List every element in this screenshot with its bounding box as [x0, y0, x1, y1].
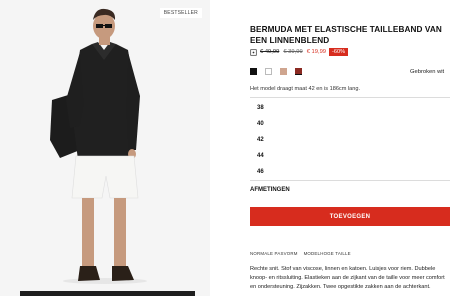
swatch-beige[interactable]	[280, 68, 287, 75]
size-option[interactable]: 44	[250, 148, 450, 164]
fit-tag: NORMALE PASVORM	[250, 251, 298, 256]
size-option[interactable]: 40	[250, 116, 450, 132]
add-to-cart-button[interactable]: TOEVOEGEN	[250, 207, 450, 226]
previous-price: € 39,99	[283, 49, 303, 55]
fit-tag: MODELHOGE TAILLE	[303, 251, 351, 256]
size-option[interactable]: 42	[250, 132, 450, 148]
current-price: € 19,99	[306, 49, 327, 55]
color-swatches	[250, 68, 302, 75]
selected-color-name: Gebroken wit	[410, 69, 445, 75]
fit-tags: NORMALE PASVORM MODELHOGE TAILLE	[250, 251, 351, 256]
model-illustration	[50, 8, 147, 284]
product-photo[interactable]: BESTSELLER	[0, 0, 210, 296]
swatch-white[interactable]	[265, 68, 272, 75]
price-row: € 49,99 € 39,99 € 19,99 -60%	[250, 47, 349, 57]
size-option[interactable]: 38	[250, 100, 450, 116]
product-description: Rechte snit. Stof van viscose, linnen en…	[250, 266, 445, 290]
swatch-red[interactable]	[295, 68, 302, 75]
size-option[interactable]: 46	[250, 164, 450, 180]
measurements-link[interactable]: AFMETINGEN	[250, 180, 450, 193]
discount-badge: -60%	[329, 48, 349, 56]
original-price: € 49,99	[260, 49, 280, 55]
bestseller-badge: BESTSELLER	[159, 8, 202, 18]
swatch-black[interactable]	[250, 68, 257, 75]
price-tag-icon	[250, 48, 257, 56]
model-info: Het model draagt maat 42 en is 186cm lan…	[250, 86, 361, 92]
product-title: BERMUDA MET ELASTISCHE TAILLEBAND VAN EE…	[250, 25, 442, 45]
size-list: 38 40 42 44 46	[250, 97, 450, 180]
thumbnail-strip	[20, 291, 195, 296]
